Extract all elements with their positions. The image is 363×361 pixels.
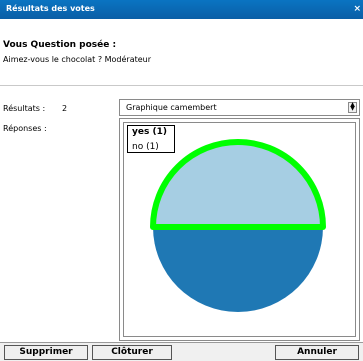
close-icon[interactable]: ×	[353, 4, 361, 14]
question-text: Aimez-vous le chocolat ? Modérateur	[3, 55, 152, 64]
pie-slice-no	[153, 227, 323, 312]
pie-chart	[150, 139, 326, 312]
window-title: Résultats des votes	[6, 4, 95, 13]
cancel-button[interactable]: Annuler	[275, 345, 359, 360]
pie-slice-yes	[150, 139, 326, 230]
results-label: Résultats :	[3, 104, 46, 113]
button-bar: Supprimer Clôturer Annuler	[0, 342, 363, 361]
close-poll-button[interactable]: Clôturer	[92, 345, 172, 360]
responses-label: Réponses :	[3, 124, 47, 133]
delete-button[interactable]: Supprimer	[4, 345, 88, 360]
chart-type-select[interactable]: Graphique camembert ▲ ▼	[119, 99, 360, 116]
chart-area: yes (1) no (1)	[123, 122, 356, 337]
chart-type-value: Graphique camembert	[126, 103, 217, 112]
updown-arrows-icon[interactable]: ▲ ▼	[348, 102, 357, 113]
results-count: 2	[62, 104, 68, 113]
question-heading: Vous Question posée :	[3, 40, 117, 50]
legend-item-no: no (1)	[132, 142, 159, 152]
window-title-bar: Résultats des votes ×	[0, 0, 363, 19]
chart-legend: yes (1) no (1)	[127, 125, 175, 153]
legend-item-yes: yes (1)	[132, 127, 167, 137]
separator	[0, 85, 363, 86]
